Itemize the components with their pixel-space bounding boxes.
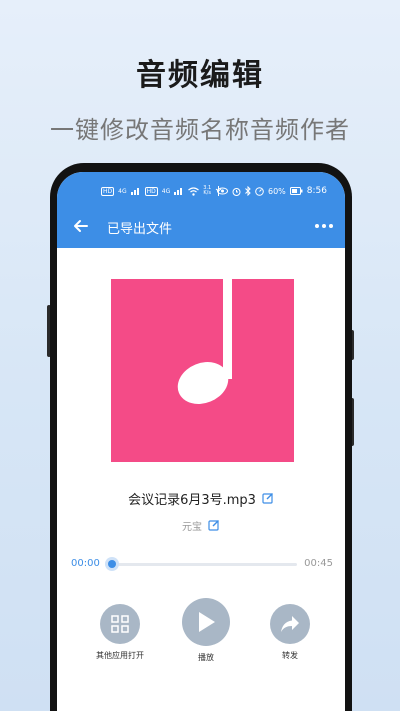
action-bar: 其他应用打开 播放 转发 xyxy=(57,598,345,678)
total-time: 00:45 xyxy=(304,558,333,569)
status-left: HD 4G HD 4G 3.1 K/s xyxy=(101,186,222,196)
hd-badge: HD xyxy=(101,186,115,196)
seek-bar[interactable] xyxy=(109,563,297,566)
play-icon xyxy=(199,612,215,632)
open-with-icon xyxy=(111,615,129,633)
bluetooth-icon xyxy=(245,186,251,196)
open-with-button[interactable]: 其他应用打开 xyxy=(96,598,144,661)
battery-icon xyxy=(289,187,303,195)
album-cover xyxy=(111,279,294,462)
open-with-label: 其他应用打开 xyxy=(96,651,144,660)
status-right: 60% 8:56 xyxy=(217,186,327,196)
wifi-icon xyxy=(188,186,200,196)
promo-subtitle: 一键修改音频名称音频作者 xyxy=(50,116,350,144)
toolbar-title: 已导出文件 xyxy=(107,222,173,237)
status-bar: HD 4G HD 4G 3.1 K/s 60% 8:56 xyxy=(57,182,345,202)
network-speed: 3.1 K/s xyxy=(203,186,211,196)
promo-title: 音频编辑 xyxy=(136,58,264,93)
signal-icon xyxy=(130,187,141,195)
seek-thumb[interactable] xyxy=(105,557,119,571)
current-time: 00:00 xyxy=(71,558,100,569)
share-button[interactable]: 转发 xyxy=(267,598,313,661)
share-icon xyxy=(281,616,299,632)
signal-icon xyxy=(174,187,184,195)
share-label: 转发 xyxy=(282,651,298,660)
network-4g-label: 4G xyxy=(118,187,127,195)
gauge-icon xyxy=(255,186,264,196)
app-header: HD 4G HD 4G 3.1 K/s 60% 8:56 已导出文件 xyxy=(57,172,345,248)
file-name: 会议记录6月3号.mp3 xyxy=(128,492,256,508)
network-speed-unit: K/s xyxy=(203,190,211,196)
author-row: 元宝 xyxy=(57,516,345,534)
author-name: 元宝 xyxy=(182,521,202,533)
play-circle xyxy=(182,598,230,646)
music-note-icon xyxy=(177,279,232,404)
play-button[interactable]: 播放 xyxy=(181,598,231,663)
hd-badge: HD xyxy=(144,186,158,196)
edit-file-name-icon[interactable] xyxy=(262,492,274,504)
alarm-icon xyxy=(232,187,241,196)
battery-percent: 60% xyxy=(268,186,286,196)
edit-author-icon[interactable] xyxy=(208,519,220,531)
play-label: 播放 xyxy=(198,653,214,662)
share-circle xyxy=(270,604,310,644)
file-name-row: 会议记录6月3号.mp3 xyxy=(57,488,345,508)
status-time: 8:56 xyxy=(306,186,327,196)
more-options-icon[interactable] xyxy=(313,216,335,236)
back-arrow-icon[interactable] xyxy=(71,216,91,236)
network-4g-label: 4G xyxy=(161,187,171,195)
open-with-circle xyxy=(100,604,140,644)
toolbar: 已导出文件 xyxy=(57,210,345,242)
eye-icon xyxy=(217,187,228,195)
phone-screen: HD 4G HD 4G 3.1 K/s 60% 8:56 已导出文件 会议记录6… xyxy=(57,172,345,711)
